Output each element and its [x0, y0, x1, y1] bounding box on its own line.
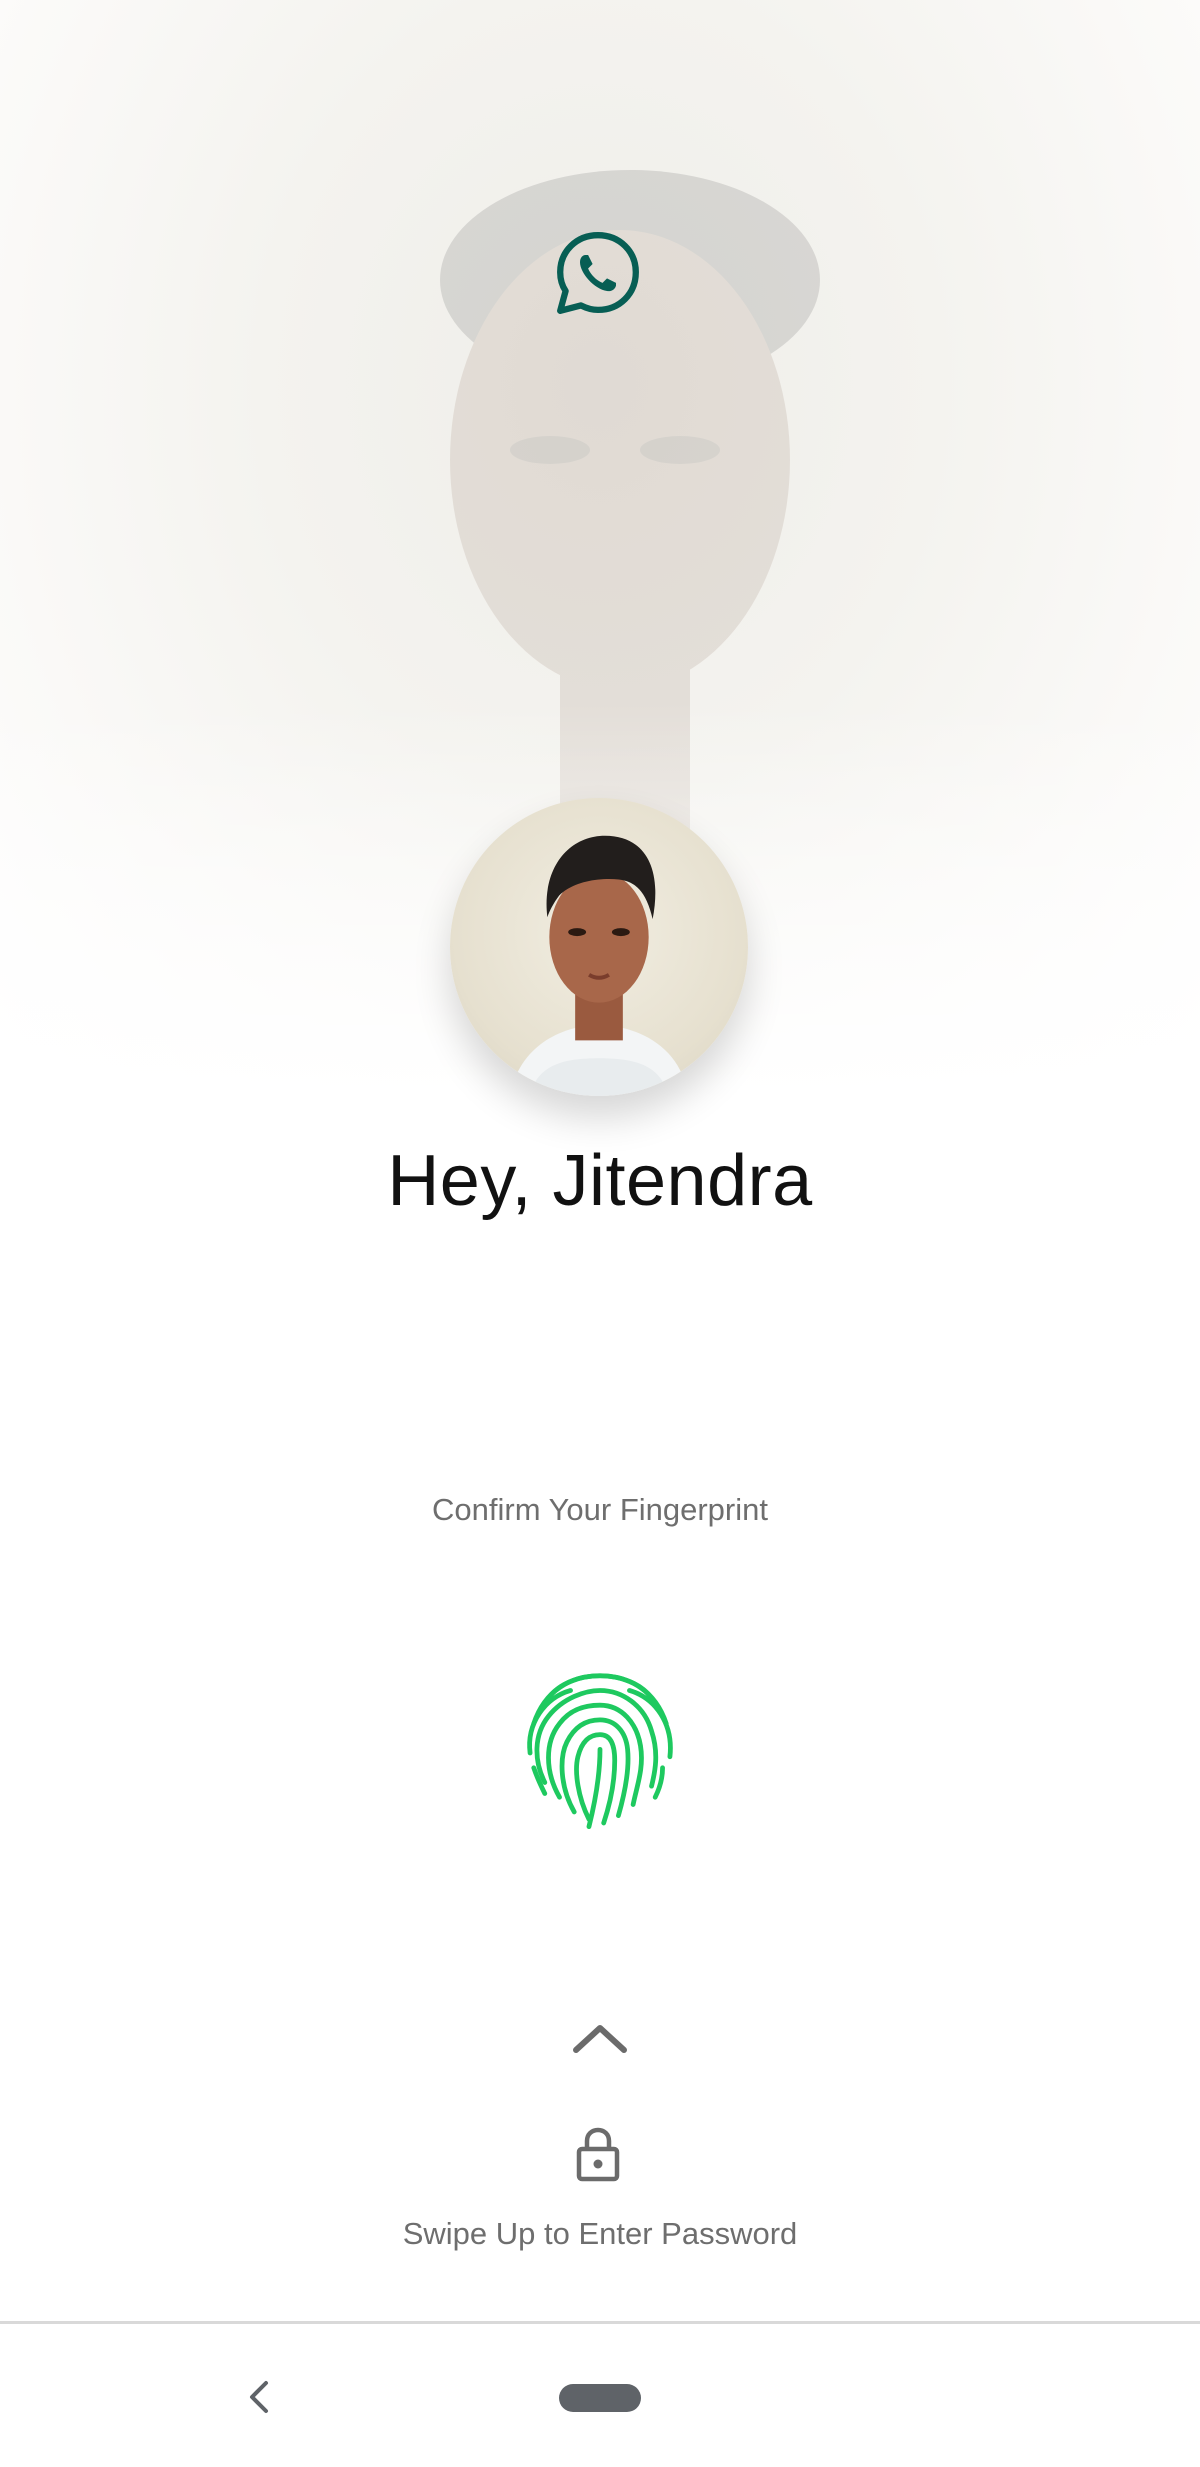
avatar	[450, 798, 748, 1096]
greeting-title: Hey, Jitendra	[387, 1141, 813, 1221]
chevron-up-icon[interactable]	[570, 2020, 630, 2056]
lock-screen: Hey, Jitendra Confirm Your Fingerprint S…	[0, 0, 1200, 2467]
back-icon[interactable]	[240, 2375, 280, 2419]
fingerprint-icon[interactable]	[508, 1650, 692, 1834]
whatsapp-icon	[557, 232, 639, 314]
home-pill-icon[interactable]	[559, 2384, 641, 2412]
swipe-up-password-hint[interactable]: Swipe Up to Enter Password	[0, 2216, 1200, 2252]
fingerprint-prompt: Confirm Your Fingerprint	[432, 1492, 768, 1527]
lock-icon	[576, 2127, 620, 2182]
